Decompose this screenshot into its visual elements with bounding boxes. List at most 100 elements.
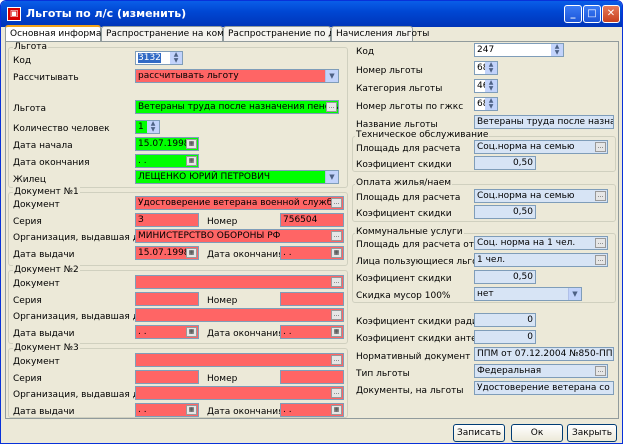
oplata-coef-field[interactable]: 0,50 — [474, 205, 536, 219]
ellipsis-icon[interactable]: … — [595, 366, 606, 376]
doc1-dv-label: Дата выдачи — [13, 250, 75, 260]
title-bar[interactable]: ▣ Льготы по л/с (изменить) _ □ ✕ — [1, 1, 622, 27]
doc3-org-field[interactable]: … — [135, 386, 344, 400]
doc3-do-field[interactable]: . . ▦ — [280, 403, 344, 417]
doc2-org-field[interactable]: … — [135, 308, 344, 322]
tab-accruals[interactable]: Начисления льготы — [331, 26, 429, 41]
r-gzhks-field[interactable]: 68 ▲ ▼ — [474, 97, 498, 111]
ellipsis-icon[interactable]: … — [595, 142, 606, 152]
dstart-label: Дата начала — [13, 141, 73, 151]
radio-field[interactable]: 0 — [474, 313, 536, 327]
doc3-nom-field[interactable] — [280, 370, 344, 384]
ellipsis-icon[interactable]: … — [331, 355, 342, 365]
type-field[interactable]: Федеральная… — [474, 364, 608, 378]
kod-field[interactable]: 3132 ▲ ▼ — [135, 51, 183, 65]
doc1-org-label: Организация, выдавшая док. — [13, 233, 153, 243]
doc2-doc-label: Документ — [13, 279, 60, 289]
calendar-icon[interactable]: ▦ — [186, 405, 197, 415]
komm-area-field[interactable]: Соц. норма на 1 чел.… — [474, 236, 608, 250]
calendar-icon[interactable]: ▦ — [186, 156, 197, 166]
ellipsis-icon[interactable]: … — [331, 388, 342, 398]
chevron-down-icon[interactable]: ▼ — [325, 171, 338, 183]
ellipsis-icon[interactable]: … — [331, 231, 342, 241]
tab-shares[interactable]: Распространение по долям — [223, 26, 358, 41]
kod-spinner[interactable]: ▲ ▼ — [170, 52, 182, 64]
ellipsis-icon[interactable]: … — [326, 102, 337, 112]
calendar-icon[interactable]: ▦ — [331, 248, 342, 258]
minimize-button[interactable]: _ — [564, 5, 582, 23]
doc3-org-label: Организация, выдавшая док. — [13, 390, 153, 400]
r-kod-spinner[interactable]: ▲ ▼ — [551, 44, 563, 56]
raschet-label: Рассчитывать — [13, 73, 79, 83]
komm-coef-field[interactable]: 0,50 — [474, 270, 536, 284]
dend-field[interactable]: . . ▦ — [135, 154, 199, 168]
komm-persons-field[interactable]: 1 чел.… — [474, 253, 608, 267]
ellipsis-icon[interactable]: … — [595, 191, 606, 201]
doc2-do-label: Дата окончания — [207, 329, 284, 339]
ellipsis-icon[interactable]: … — [331, 198, 342, 208]
save-button[interactable]: Записать — [453, 424, 505, 442]
komm-musor-label: Скидка мусор 100% — [356, 291, 451, 301]
tab-main-info[interactable]: Основная информация — [5, 25, 119, 42]
radio-label: Коэфициент скидки радио — [356, 317, 484, 327]
dstart-field[interactable]: 15.07.1998 ▦ — [135, 137, 199, 151]
raschet-select[interactable]: рассчитывать льготу ▼ — [135, 69, 339, 83]
r-kat-label: Категория льготы — [356, 84, 443, 94]
button-bar: Записать Ок Закрыть — [1, 421, 622, 443]
ellipsis-icon[interactable]: … — [595, 238, 606, 248]
chevron-down-icon[interactable]: ▼ — [568, 288, 581, 300]
doc2-doc-field[interactable]: … — [135, 275, 344, 289]
doc2-nom-field[interactable] — [280, 292, 344, 306]
doc3-dv-field[interactable]: . . ▦ — [135, 403, 199, 417]
zhilec-select[interactable]: ЛЕЩЕНКО ЮРИЙ ПЕТРОВИЧ ▼ — [135, 170, 339, 184]
close-window-button[interactable]: ✕ — [602, 5, 620, 23]
r-nomer-spinner[interactable]: ▲ ▼ — [485, 62, 497, 74]
doc1-org-field[interactable]: МИНИСТЕРСТВО ОБОРОНЫ РФ… — [135, 229, 344, 243]
calendar-icon[interactable]: ▦ — [331, 405, 342, 415]
tech-coef-field[interactable]: 0,50 — [474, 156, 536, 170]
komm-musor-select[interactable]: нет ▼ — [474, 287, 582, 301]
r-gzhks-spinner[interactable]: ▲ ▼ — [485, 98, 497, 110]
tab-comm-services[interactable]: Распространение на ком. усл. — [101, 26, 249, 41]
calendar-icon[interactable]: ▦ — [186, 139, 197, 149]
chevron-down-icon[interactable]: ▼ — [325, 70, 338, 82]
oplata-area-field[interactable]: Соц.норма на семью… — [474, 189, 608, 203]
ellipsis-icon[interactable]: … — [595, 255, 606, 265]
komm-title: Коммунальные услуги — [355, 227, 464, 237]
kolvo-field[interactable]: 1 ▲ ▼ — [135, 120, 160, 134]
doc2-dv-field[interactable]: . . ▦ — [135, 325, 199, 339]
r-kod-field[interactable]: 247 ▲ ▼ — [474, 43, 564, 57]
r-nomer-field[interactable]: 68 ▲ ▼ — [474, 61, 498, 75]
calendar-icon[interactable]: ▦ — [331, 327, 342, 337]
doc3-doc-field[interactable]: … — [135, 353, 344, 367]
tech-area-field[interactable]: Соц.норма на семью… — [474, 140, 608, 154]
doc2-do-field[interactable]: . . ▦ — [280, 325, 344, 339]
ellipsis-icon[interactable]: … — [331, 310, 342, 320]
kolvo-spinner[interactable]: ▲ ▼ — [147, 121, 159, 133]
doc3-ser-field[interactable] — [135, 370, 199, 384]
lgota-field[interactable]: Ветераны труда после назначения пенсии п… — [135, 100, 339, 114]
maximize-button[interactable]: □ — [583, 5, 601, 23]
doc1-ser-field[interactable]: З — [135, 213, 199, 227]
doc3-nom-label: Номер — [207, 374, 238, 384]
tech-title: Техническое обслуживание — [355, 130, 490, 140]
r-kat-field[interactable]: 46 ▲ ▼ — [474, 79, 498, 93]
doc1-dv-field[interactable]: 15.07.1998 ▦ — [135, 246, 199, 260]
doc1-doc-field[interactable]: Удостоверение ветерана военной службы… — [135, 196, 344, 210]
lgota-label: Льгота — [13, 104, 47, 114]
antenna-field[interactable]: 0 — [474, 330, 536, 344]
app-icon: ▣ — [7, 7, 21, 21]
docs-field: Удостоверение ветерана со ссылк — [474, 381, 614, 395]
doc1-do-field[interactable]: . . ▦ — [280, 246, 344, 260]
norm-label: Нормативный документ — [356, 352, 471, 362]
doc2-ser-field[interactable] — [135, 292, 199, 306]
ellipsis-icon[interactable]: … — [331, 277, 342, 287]
calendar-icon[interactable]: ▦ — [186, 248, 197, 258]
kod-label: Код — [13, 56, 32, 66]
doc3-dv-label: Дата выдачи — [13, 407, 75, 417]
doc1-nom-field[interactable]: 756504 — [280, 213, 344, 227]
calendar-icon[interactable]: ▦ — [186, 327, 197, 337]
ok-button[interactable]: Ок — [511, 424, 563, 442]
r-kat-spinner[interactable]: ▲ ▼ — [485, 80, 497, 92]
close-button[interactable]: Закрыть — [567, 424, 617, 442]
